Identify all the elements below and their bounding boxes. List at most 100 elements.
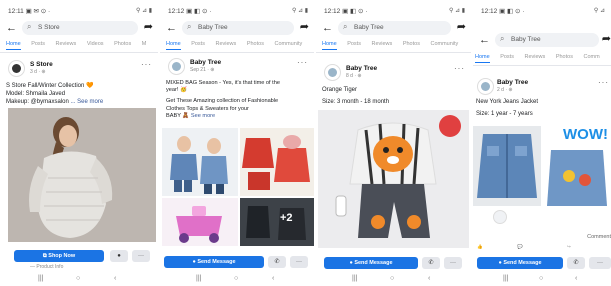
tab-reviews[interactable]: Reviews [216,41,237,47]
tab-reviews[interactable]: Reviews [525,54,546,60]
page-name[interactable]: Baby Tree [190,59,221,66]
home-circle-icon[interactable]: ○ [390,275,394,282]
back-chevron-icon[interactable]: ‹ [428,275,430,282]
reaction-bar[interactable]: 👍 💬 ↪ [477,244,611,250]
avatar[interactable] [477,78,494,95]
post-header: S Store 3 d · ⊕ ··· [0,60,158,80]
back-chevron-icon[interactable]: ‹ [575,275,577,282]
more-options-icon[interactable]: ··· [297,58,308,67]
tab-photos[interactable]: Photos [403,41,420,47]
comment-label[interactable]: Comment [587,234,611,240]
back-arrow-icon[interactable]: ← [479,35,490,46]
page-tabs: Home Posts Reviews Videos Photos M [0,41,158,53]
post-caption: Orange Tiger Size: 3 month - 18 month [322,86,465,106]
tab-videos[interactable]: Videos [87,41,104,47]
back-arrow-icon[interactable]: ← [6,23,17,34]
avatar[interactable] [168,58,185,75]
model-sweater-photo [8,108,156,242]
post-image-4[interactable]: +2 [240,198,314,246]
avatar[interactable] [8,60,25,77]
recents-icon[interactable]: ||| [196,275,201,282]
call-button[interactable]: ✆ [268,256,286,268]
home-circle-icon[interactable]: ○ [539,275,543,282]
more-button[interactable]: ··· [290,256,308,268]
like-icon[interactable]: 👍 [477,244,483,249]
tab-home[interactable]: Home [166,41,181,50]
home-circle-icon[interactable]: ○ [234,275,238,282]
tab-reviews[interactable]: Reviews [372,41,393,47]
tab-photos[interactable]: Photos [114,41,131,47]
tab-photos[interactable]: Photos [556,54,573,60]
more-options-icon[interactable]: ··· [598,78,609,87]
post-meta: 8 d · ⊕ [346,73,362,79]
comment-icon[interactable]: 💬 [517,244,523,250]
post-image[interactable] [318,110,469,248]
page-name[interactable]: Baby Tree [497,79,528,86]
tab-community[interactable]: Comm [583,54,599,60]
tab-home[interactable]: Home [322,41,337,50]
back-chevron-icon[interactable]: ‹ [272,275,274,282]
post-image-2[interactable] [240,128,314,196]
share-action-icon[interactable]: ↪ [567,244,571,250]
recents-icon[interactable]: ||| [38,275,43,282]
search-icon: ⌕ [500,34,505,43]
share-icon[interactable]: ➦ [602,34,611,45]
send-message-button[interactable]: ● Send Message [164,256,264,268]
tab-community[interactable]: Community [430,41,458,47]
tab-home[interactable]: Home [475,54,490,63]
more-options-icon[interactable]: ··· [141,60,152,69]
post-header: Baby Tree 8 d · ⊕ ··· [316,64,471,84]
search-input[interactable]: ⌕ S Store [22,21,138,35]
tab-community[interactable]: Community [274,41,302,47]
share-icon[interactable]: ➦ [144,22,153,33]
denim-kids-photo [162,128,238,196]
recents-icon[interactable]: ||| [352,275,357,282]
page-name[interactable]: Baby Tree [346,65,377,72]
more-button[interactable]: ··· [589,257,611,269]
tab-more[interactable]: M [142,41,147,47]
tab-posts[interactable]: Posts [500,54,514,60]
post-image-3[interactable] [162,198,238,246]
more-icon: ··· [597,260,603,266]
call-button[interactable]: ✆ [422,257,440,269]
back-chevron-icon[interactable]: ‹ [114,275,116,282]
call-button[interactable]: ✆ [567,257,585,269]
share-icon[interactable]: ➦ [457,22,466,33]
more-button[interactable]: ··· [132,250,150,262]
post-image-1[interactable] [162,128,238,196]
share-icon[interactable]: ➦ [300,22,309,33]
send-message-button[interactable]: ● Send Message [324,257,418,269]
more-button[interactable]: ··· [444,257,462,269]
back-arrow-icon[interactable]: ← [166,23,177,34]
home-circle-icon[interactable]: ○ [76,275,80,282]
see-more-link[interactable]: ... See more [70,99,103,105]
see-more-link[interactable]: See more [191,113,215,119]
search-query: Baby Tree [198,24,228,31]
tab-reviews[interactable]: Reviews [56,41,77,47]
caption-line: Orange Tiger [322,87,358,93]
caption-line-text: BABY 🧸 [166,112,190,119]
tab-home[interactable]: Home [6,41,21,50]
more-options-icon[interactable]: ··· [454,64,465,73]
back-arrow-icon[interactable]: ← [322,23,333,34]
avatar[interactable] [324,64,341,81]
commenter-avatar[interactable] [493,210,507,224]
post-image[interactable] [8,108,156,242]
tab-posts[interactable]: Posts [191,41,205,47]
messenger-button[interactable]: ● [110,250,128,262]
shop-now-button[interactable]: ⧉ Shop Now [14,250,104,262]
search-input[interactable]: ⌕ Baby Tree [338,21,451,35]
send-message-button[interactable]: ● Send Message [477,257,563,269]
page-name[interactable]: S Store [30,61,53,68]
tab-posts[interactable]: Posts [31,41,45,47]
post-image-2[interactable]: WOW! [543,126,611,206]
wow-text: WOW! [563,126,608,143]
cta-label: Send Message [503,260,542,266]
more-icon: ··· [296,259,302,265]
search-input[interactable]: ⌕ Baby Tree [495,33,599,47]
post-image-1[interactable] [473,126,541,206]
tab-photos[interactable]: Photos [247,41,264,47]
recents-icon[interactable]: ||| [503,275,508,282]
search-input[interactable]: ⌕ Baby Tree [182,21,294,35]
tab-posts[interactable]: Posts [347,41,361,47]
